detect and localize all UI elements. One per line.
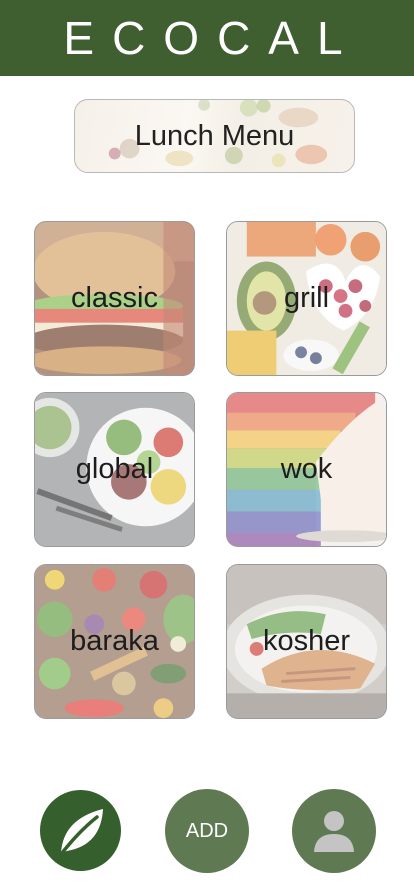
category-tile-kosher[interactable]: kosher [226, 564, 387, 719]
leaf-icon [56, 808, 103, 859]
category-tile-baraka[interactable]: baraka [34, 564, 195, 719]
category-label: kosher [262, 625, 351, 657]
home-button[interactable] [40, 790, 121, 871]
lunch-menu-banner[interactable]: Lunch Menu [74, 99, 355, 173]
category-label: grill [283, 282, 330, 314]
add-button[interactable]: ADD [165, 789, 249, 873]
category-label: wok [280, 453, 333, 485]
lunch-menu-label: Lunch Menu [134, 119, 295, 152]
category-tile-global[interactable]: global [34, 392, 195, 547]
user-icon [314, 811, 354, 852]
profile-button[interactable] [292, 789, 376, 873]
app-header: ECOCAL [0, 0, 414, 76]
category-tile-grill[interactable]: grill [226, 221, 387, 376]
category-label: classic [70, 282, 158, 314]
category-tile-classic[interactable]: classic [34, 221, 195, 376]
category-label: global [75, 453, 154, 485]
category-label: baraka [70, 625, 159, 657]
add-label: ADD [185, 819, 229, 842]
app-title: ECOCAL [63, 12, 361, 64]
category-tile-wok[interactable]: wok [226, 392, 387, 547]
